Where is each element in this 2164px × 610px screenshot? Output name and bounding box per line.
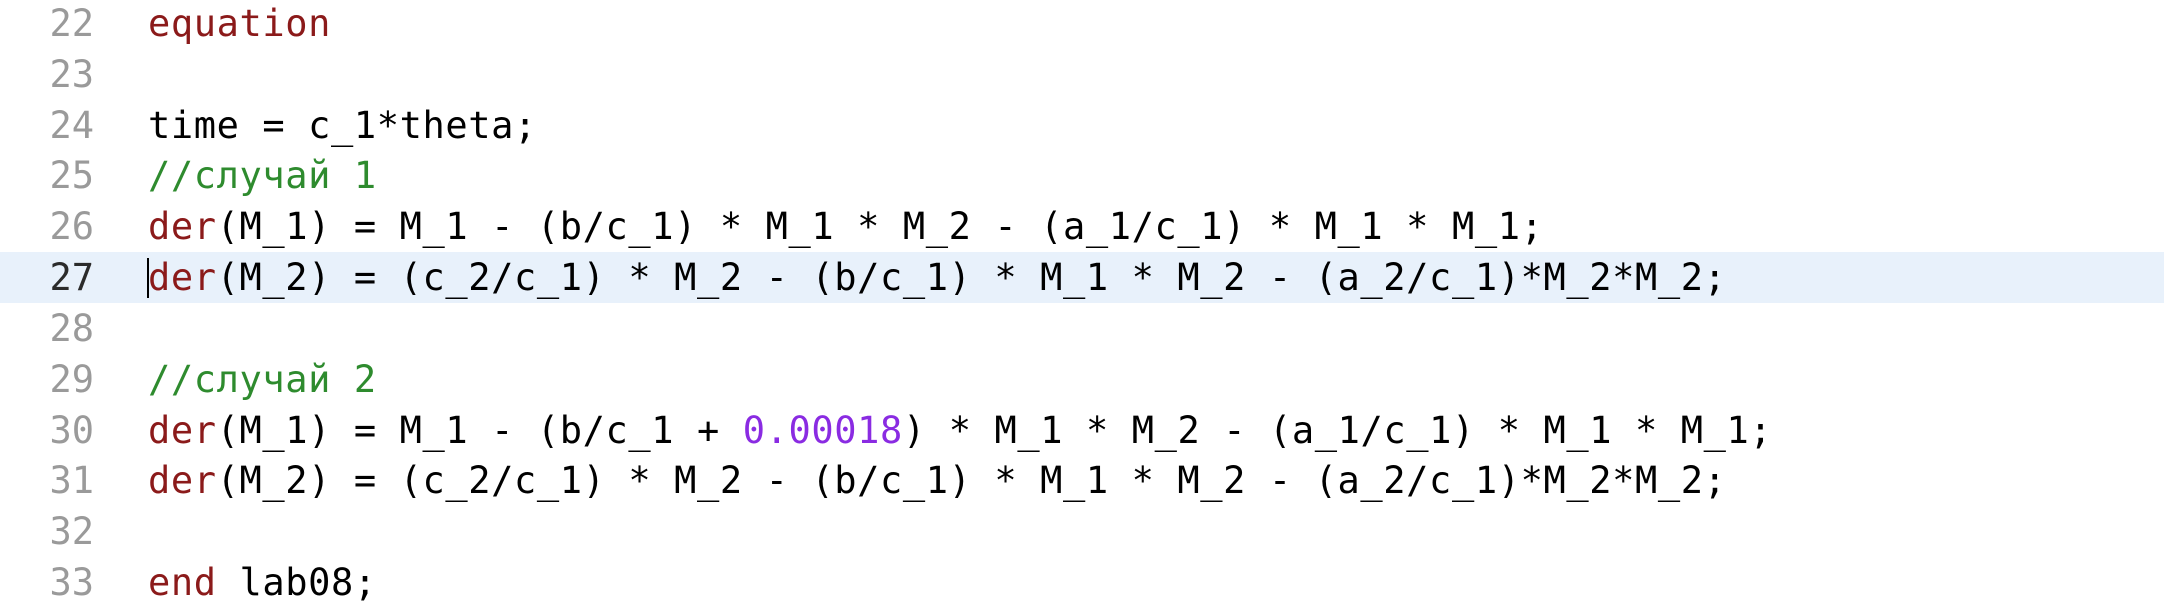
line-number: 28 [49, 306, 94, 350]
line-number: 27 [49, 256, 94, 300]
line-number: 23 [49, 52, 94, 96]
code-line[interactable]: 26 der(M_1) = M_1 - (b/c_1) * M_1 * M_2 -… [0, 201, 2164, 252]
line-number: 25 [49, 154, 94, 198]
text-caret [147, 257, 149, 298]
code-keyword: equation [148, 1, 332, 45]
line-number: 22 [49, 1, 94, 45]
code-editor[interactable]: 22 equation 23 24 time = c_1*theta; 25 //случа… [0, 0, 2164, 610]
line-number: 24 [49, 103, 94, 147]
code-line-current[interactable]: 27 der(M_2) = (c_2/c_1) * M_2 - (b/c_1) *… [0, 252, 2164, 303]
code-text[interactable]: der(M_2) = (c_2/c_1) * M_2 - (b/c_1) * M… [148, 256, 1726, 299]
line-number: 31 [49, 459, 94, 503]
code-text[interactable]: end lab08; [148, 561, 377, 604]
code-line[interactable]: 25 //случай 1 [0, 151, 2164, 202]
code-line[interactable]: 30 der(M_1) = M_1 - (b/c_1 + 0.00018) * M… [0, 405, 2164, 456]
code-text[interactable]: der(M_1) = M_1 - (b/c_1 + 0.00018) * M_1… [148, 409, 1772, 452]
code-comment: //случай 2 [148, 357, 377, 401]
code-text[interactable]: der(M_1) = M_1 - (b/c_1) * M_1 * M_2 - (… [148, 205, 1543, 248]
line-number: 30 [49, 408, 94, 452]
code-text[interactable]: time = c_1*theta; [148, 104, 537, 147]
code-line[interactable]: 29 //случай 2 [0, 354, 2164, 405]
code-token: ) * M_1 * M_2 - (a_1/c_1) * M_1 * M_1; [902, 408, 1773, 452]
code-function: der [148, 459, 217, 503]
code-comment: //случай 1 [148, 154, 377, 198]
code-token: (M_1) = M_1 - (b/c_1) * M_1 * M_2 - (a_1… [216, 205, 1544, 249]
code-token: lab08; [216, 561, 377, 605]
code-function: der [148, 256, 217, 300]
code-token: (M_1) = M_1 - (b/c_1 + [216, 408, 743, 452]
code-function: der [148, 205, 217, 249]
code-line[interactable]: 22 equation [0, 0, 2164, 49]
code-number-literal: 0.00018 [742, 408, 903, 452]
line-number: 29 [49, 357, 94, 401]
code-function: der [148, 408, 217, 452]
code-keyword: end [148, 561, 217, 605]
code-line[interactable]: 31 der(M_2) = (c_2/c_1) * M_2 - (b/c_1) *… [0, 456, 2164, 507]
code-line[interactable]: 24 time = c_1*theta; [0, 100, 2164, 151]
code-token: time = c_1*theta; [148, 103, 537, 147]
code-text[interactable]: //случай 1 [148, 154, 377, 197]
code-line[interactable]: 23 [0, 49, 2164, 100]
line-number: 32 [49, 510, 94, 554]
line-number: 26 [49, 205, 94, 249]
code-line[interactable]: 32 [0, 506, 2164, 557]
code-line[interactable]: 28 [0, 303, 2164, 354]
code-token: (M_2) = (c_2/c_1) * M_2 - (b/c_1) * M_1 … [216, 459, 1727, 503]
code-text[interactable]: //случай 2 [148, 358, 377, 401]
code-line[interactable]: 33 end lab08; [0, 557, 2164, 608]
code-text[interactable]: der(M_2) = (c_2/c_1) * M_2 - (b/c_1) * M… [148, 459, 1726, 502]
code-token: (M_2) = (c_2/c_1) * M_2 - (b/c_1) * M_1 … [216, 256, 1727, 300]
line-number: 33 [49, 561, 94, 605]
code-text[interactable]: equation [148, 2, 331, 45]
